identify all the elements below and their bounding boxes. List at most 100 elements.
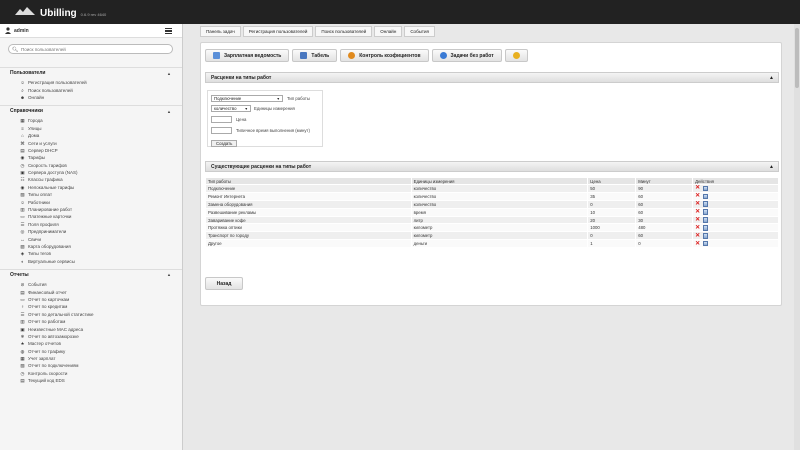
menu-toggle-icon[interactable] xyxy=(165,28,172,34)
sidebar-item[interactable]: ◐ Виртуальные сервисы xyxy=(0,258,182,265)
sidebar-item-label: Онлайн xyxy=(28,94,45,100)
sidebar-item[interactable]: ▦ Города xyxy=(0,117,182,124)
delete-icon[interactable]: ✕ xyxy=(695,233,700,239)
back-button[interactable]: Назад xyxy=(205,277,243,290)
sidebar-item[interactable]: ▦ Учет зарплат xyxy=(0,355,182,362)
sidebar-item[interactable]: ◷ Контроль скорости xyxy=(0,370,182,377)
sidebar-item[interactable]: ☷ Классы трафика xyxy=(0,176,182,183)
edit-icon[interactable] xyxy=(703,233,708,239)
sidebar-item[interactable]: ▣ Сервера доступа (NAS) xyxy=(0,169,182,176)
rates-section-header[interactable]: Расценки на типы работ ▲ xyxy=(205,72,779,83)
sidebar-item-label: События xyxy=(28,282,47,288)
sidebar-item[interactable]: ▨ Карта оборудования xyxy=(0,243,182,250)
table-cell: 60 xyxy=(635,207,694,217)
table-row: Заваривание кофе литр 20 30 ✕ xyxy=(205,215,779,225)
sidebar-item[interactable]: ▣ Неизвестные MAC адреса xyxy=(0,325,182,332)
sidebar-item[interactable]: ▤ Финансовый отчет xyxy=(0,288,182,295)
scrollbar-thumb[interactable] xyxy=(795,28,799,88)
tab-item[interactable]: Поиск пользователей xyxy=(315,26,373,37)
row-actions: ✕ xyxy=(695,185,776,191)
main-panel: Зарплатная ведомость Табель Контроль коэфи… xyxy=(200,42,782,306)
create-button[interactable]: Создать xyxy=(211,140,238,147)
edit-icon[interactable] xyxy=(703,240,708,247)
sidebar-item[interactable]: ▧ Типы оплат xyxy=(0,191,182,198)
edit-icon[interactable] xyxy=(703,217,708,223)
toolbar-button[interactable]: Задачи без работ xyxy=(431,49,502,62)
sidebar-item[interactable]: ◎ Предприниматели xyxy=(0,228,182,235)
house-icon: ⌂ xyxy=(21,133,24,139)
sidebar-item[interactable]: ⌂ Дома xyxy=(0,132,182,139)
sidebar-item[interactable]: ▭ Платежные карточки xyxy=(0,213,182,220)
sidebar-item[interactable]: ≡ Улицы xyxy=(0,125,182,132)
sidebar-item[interactable]: ◷ Скорость тарифов xyxy=(0,162,182,169)
sidebar-item[interactable]: ☺ Регистрация пользователей xyxy=(0,79,182,86)
tab-item[interactable]: Панель задач xyxy=(200,26,241,37)
sidebar-item[interactable]: ◉ Тарифы xyxy=(0,154,182,161)
menu-section-header[interactable]: Пользователи ▲ xyxy=(0,68,182,78)
collapse-icon[interactable]: ▲ xyxy=(167,71,171,76)
toolbar-button[interactable]: Зарплатная ведомость xyxy=(205,49,290,62)
time-input[interactable] xyxy=(211,127,232,134)
sidebar-item[interactable]: ◍ Отчет по трафику xyxy=(0,348,182,355)
sidebar-item[interactable]: ☻ Онлайн xyxy=(0,94,182,101)
sidebar-item[interactable]: ▤ Сервер DHCP xyxy=(0,147,182,154)
sidebar-item[interactable]: ♀ Отчет по кредитам xyxy=(0,303,182,310)
delete-icon[interactable]: ✕ xyxy=(695,209,700,215)
delete-icon[interactable]: ✕ xyxy=(695,225,700,231)
sidebar-item[interactable]: ▧ Отчет по подключениям xyxy=(0,362,182,369)
sidebar-item[interactable]: ▥ Отчет по работам xyxy=(0,318,182,325)
sidebar-item[interactable]: ❄ Отчет по автозаморозке xyxy=(0,333,182,340)
delete-icon[interactable]: ✕ xyxy=(695,193,700,199)
username[interactable]: admin xyxy=(14,28,29,34)
sidebar-item[interactable]: ☰ Отчет по детальной статистике xyxy=(0,311,182,318)
menu-section-header[interactable]: Отчеты ▲ xyxy=(0,270,182,280)
sidebar-item[interactable]: ⊘ События xyxy=(0,281,182,288)
work-type-select[interactable]: Подключение ▼ xyxy=(211,95,283,102)
toolbar-button[interactable] xyxy=(504,49,528,62)
sidebar-item[interactable]: ▭ Отчет по карточкам xyxy=(0,296,182,303)
delete-icon[interactable]: ✕ xyxy=(695,185,700,191)
price-input[interactable] xyxy=(211,116,232,123)
search-input[interactable] xyxy=(21,46,166,53)
actions-cell: ✕ xyxy=(692,184,779,193)
collapse-icon[interactable]: ▲ xyxy=(167,109,171,114)
sidebar-item-label: Неизвестные MAC адреса xyxy=(28,326,84,332)
edit-icon[interactable] xyxy=(703,225,708,231)
tab-item[interactable]: События xyxy=(404,26,435,37)
edit-icon[interactable] xyxy=(703,185,708,192)
existing-section-header[interactable]: Существующие расценки на типы работ ▲ xyxy=(205,161,779,172)
tab-item[interactable]: Регистрация пользователей xyxy=(242,26,314,37)
sidebar-item[interactable]: ⌕ Поиск пользователей xyxy=(0,86,182,93)
speed-control-icon: ◷ xyxy=(20,370,25,376)
sidebar-item[interactable]: ↔ Свичи xyxy=(0,235,182,242)
table-cell: 60 xyxy=(635,231,694,241)
edit-icon[interactable] xyxy=(703,201,708,207)
edit-icon[interactable] xyxy=(703,209,708,215)
edit-icon[interactable] xyxy=(703,193,708,200)
tab-item[interactable]: Онлайн xyxy=(374,26,403,37)
collapse-icon[interactable]: ▲ xyxy=(769,75,774,81)
sidebar-item[interactable]: ☺ Работники xyxy=(0,198,182,205)
sidebar-item[interactable]: ⌘ Сети и услуги xyxy=(0,139,182,146)
sidebar-item-label: Текущий код EDS xyxy=(28,378,65,384)
collapse-icon[interactable]: ▲ xyxy=(167,272,171,277)
collapse-icon[interactable]: ▲ xyxy=(769,164,774,170)
sidebar-item[interactable]: ▥ Планирование работ xyxy=(0,206,182,213)
page-scrollbar[interactable] xyxy=(794,24,800,450)
sidebar-item[interactable]: ★ Мастер отчетов xyxy=(0,340,182,347)
menu-items: ▦ Города ≡ Улицы ⌂ Дома ⌘ Сети и услуги ▤ Сервер … xyxy=(0,116,182,269)
map-icon: ▨ xyxy=(20,244,25,249)
sidebar-item-label: Свичи xyxy=(28,236,42,242)
toolbar-button[interactable]: Табель xyxy=(292,49,338,62)
delete-icon[interactable]: ✕ xyxy=(695,201,700,207)
menu-section-header[interactable]: Справочники ▲ xyxy=(0,106,182,116)
toolbar-button[interactable]: Контроль коэфициентов xyxy=(340,49,429,62)
sidebar-item[interactable]: ▤ Текущий код EDS xyxy=(0,377,182,384)
delete-icon[interactable]: ✕ xyxy=(695,241,700,247)
unit-select[interactable]: количество ▼ xyxy=(211,105,251,112)
app-logo[interactable]: Ubilling 0.6.9 rev 4640 xyxy=(14,6,106,19)
delete-icon[interactable]: ✕ xyxy=(695,217,700,223)
sidebar-item[interactable]: ◉ Нелокальные тарифы xyxy=(0,184,182,191)
sidebar-item[interactable]: ◈ Типы тегов xyxy=(0,250,182,257)
sidebar-item[interactable]: ☰ Поля профиля xyxy=(0,221,182,228)
